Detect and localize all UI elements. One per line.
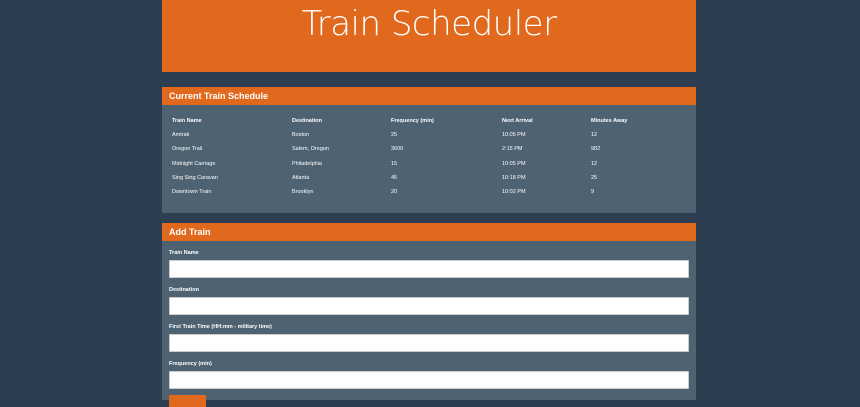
header-banner: Train Scheduler	[162, 0, 696, 72]
train-name-cell: Amtrak	[172, 132, 190, 139]
train-name-cell: Sing Sing Caravan	[172, 174, 218, 181]
column-header-next-arrival: Next Arrival	[502, 118, 533, 125]
frequency-cell: 15	[391, 160, 398, 167]
add-train-panel-heading: Add Train	[162, 223, 696, 241]
add-train-panel: Add Train Train Name Destination First T…	[162, 223, 696, 407]
schedule-panel: Current Train Schedule Train Name Destin…	[162, 87, 696, 213]
frequency-label: Frequency (min)	[169, 361, 212, 367]
next-arrival-cell: 10:05 PM	[502, 160, 526, 167]
main-container: Train Scheduler Current Train Schedule T…	[162, 0, 696, 407]
minutes-away-cell: 12	[591, 160, 598, 167]
frequency-cell: 45	[391, 174, 398, 181]
next-arrival-cell: 2:15 PM	[502, 146, 523, 153]
destination-cell: Philadelphia	[292, 160, 322, 167]
schedule-table: Train Name Destination Frequency (min) N…	[162, 114, 696, 199]
train-name-input[interactable]	[169, 260, 689, 278]
train-name-cell: Midnight Carriage	[172, 160, 216, 167]
destination-cell: Salem, Oregon	[292, 146, 329, 153]
frequency-input[interactable]	[169, 371, 689, 389]
next-arrival-cell: 10:18 PM	[502, 174, 526, 181]
destination-group: Destination	[169, 286, 689, 315]
train-name-cell: Oregon Trail	[172, 146, 203, 153]
train-name-label: Train Name	[169, 250, 199, 256]
train-name-group: Train Name	[169, 249, 689, 278]
table-row: Downtown Train Brooklyn 20 10:02 PM 9	[162, 185, 696, 199]
next-arrival-cell: 10:02 PM	[502, 189, 526, 196]
minutes-away-cell: 9	[591, 189, 595, 196]
table-row: Oregon Trail Salem, Oregon 3600 2:15 PM …	[162, 142, 696, 156]
frequency-cell: 3600	[391, 146, 404, 153]
train-name-cell: Downtown Train	[172, 189, 212, 196]
next-arrival-cell: 10:05 PM	[502, 132, 526, 139]
frequency-group: Frequency (min)	[169, 360, 689, 389]
destination-cell: Boston	[292, 132, 310, 139]
submit-button[interactable]	[169, 395, 206, 407]
minutes-away-cell: 982	[591, 146, 601, 153]
page-title: Train Scheduler	[301, 4, 557, 44]
first-train-time-label: First Train Time (HH:mm - military time)	[169, 324, 272, 330]
table-row: Midnight Carriage Philadelphia 15 10:05 …	[162, 157, 696, 171]
table-row: Amtrak Boston 25 10:05 PM 12	[162, 128, 696, 142]
table-header-row: Train Name Destination Frequency (min) N…	[162, 114, 696, 128]
minutes-away-cell: 12	[591, 132, 598, 139]
minutes-away-cell: 25	[591, 174, 598, 181]
column-header-destination: Destination	[292, 118, 322, 125]
column-header-train-name: Train Name	[172, 118, 202, 125]
schedule-panel-heading: Current Train Schedule	[162, 87, 696, 105]
first-train-time-group: First Train Time (HH:mm - military time)	[169, 323, 689, 352]
destination-input[interactable]	[169, 297, 689, 315]
frequency-cell: 20	[391, 189, 398, 196]
destination-label: Destination	[169, 287, 199, 293]
frequency-cell: 25	[391, 132, 398, 139]
destination-cell: Brooklyn	[292, 189, 314, 196]
first-train-time-input[interactable]	[169, 334, 689, 352]
table-row: Sing Sing Caravan Atlanta 45 10:18 PM 25	[162, 171, 696, 185]
destination-cell: Atlanta	[292, 174, 310, 181]
column-header-minutes-away: Minutes Away	[591, 118, 628, 125]
column-header-frequency: Frequency (min)	[391, 118, 434, 125]
